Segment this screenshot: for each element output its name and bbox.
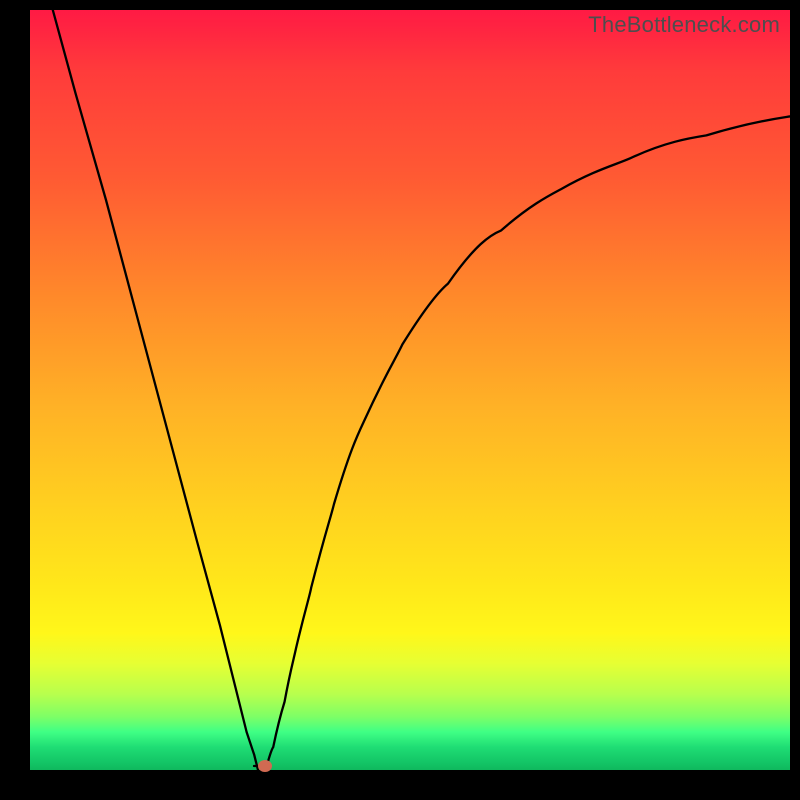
optimal-point-marker (258, 760, 272, 772)
watermark-text: TheBottleneck.com (588, 12, 780, 38)
chart-container: TheBottleneck.com (0, 0, 800, 800)
curve-left-branch (53, 10, 258, 770)
curve-right-branch (266, 116, 790, 770)
bottleneck-curve (30, 10, 790, 770)
plot-area: TheBottleneck.com (30, 10, 790, 770)
